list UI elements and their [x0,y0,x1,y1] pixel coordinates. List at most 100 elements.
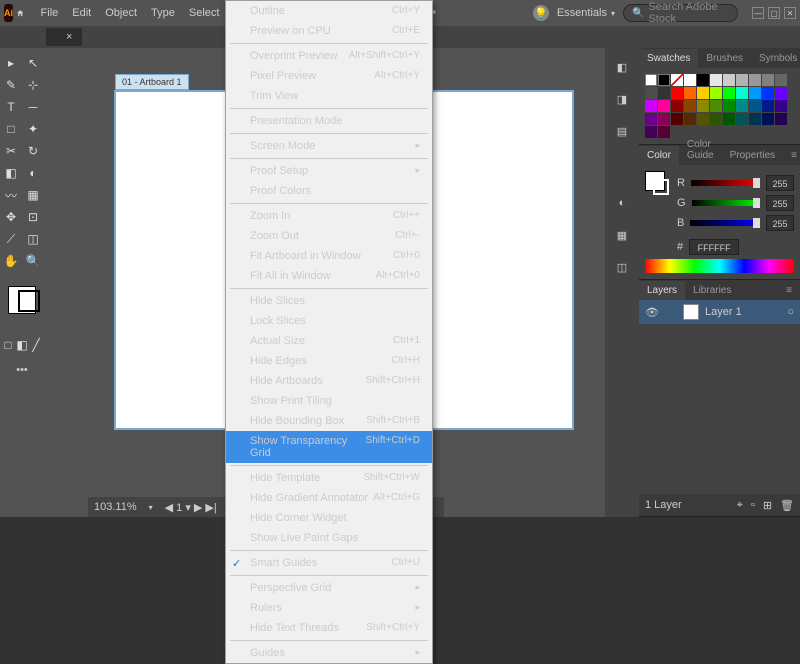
menu-item[interactable]: Show Live Paint Gaps [226,528,432,548]
tool[interactable]: ✂ [0,140,22,162]
swatch[interactable] [684,113,696,125]
stroke-swatch[interactable] [653,179,669,195]
panel-icon[interactable]: ▤ [611,120,633,142]
tool[interactable]: ⟋ [0,228,22,250]
swatch[interactable] [697,87,709,99]
panel-tab[interactable]: Layers [639,281,685,300]
swatch[interactable] [645,87,657,99]
swatch[interactable] [645,100,657,112]
swatch[interactable] [671,87,683,99]
visibility-icon[interactable]: 👁 [645,306,659,319]
tool[interactable]: ✋ [0,250,22,272]
swatch[interactable] [710,100,722,112]
swatch[interactable] [658,126,670,138]
g-slider[interactable] [692,200,760,206]
panel-icon[interactable]: ◧ [611,56,633,78]
menu-item[interactable]: Proof Colors [226,181,432,201]
swatch[interactable] [658,100,670,112]
swatch[interactable] [762,87,774,99]
delete-layer-icon[interactable]: 🗑 [780,499,794,512]
tool[interactable]: ◫ [22,228,44,250]
swatch[interactable] [762,113,774,125]
zoom-level[interactable]: 103.11% [94,501,137,513]
g-value[interactable]: 255 [766,195,794,211]
tool[interactable]: ◧ [0,162,22,184]
swatch[interactable] [645,126,657,138]
panel-icon[interactable]: ◫ [611,256,633,278]
swatches-grid[interactable] [639,68,800,144]
tool[interactable]: □ [0,118,22,140]
swatch[interactable] [697,100,709,112]
swatch[interactable] [775,113,787,125]
menu-item[interactable]: Screen Mode▸ [226,136,432,156]
menu-type[interactable]: Type [144,3,182,23]
panel-menu-icon[interactable]: ≡ [778,281,800,300]
hex-input[interactable]: FFFFFF [689,239,739,255]
swatch[interactable] [749,100,761,112]
new-sublayer-icon[interactable]: ▫ [751,499,755,512]
close-tab-icon[interactable]: × [66,31,72,43]
artboard-nav[interactable]: ◀ 1 ▾ ▶ ▶| [165,501,217,514]
panel-tab[interactable]: Libraries [685,281,739,300]
swatch[interactable] [736,87,748,99]
learn-icon[interactable]: 💡 [533,5,549,21]
menu-item[interactable]: Hide EdgesCtrl+H [226,351,432,371]
panel-tab[interactable]: Properties [722,146,784,165]
menu-item[interactable]: Rulers▸ [226,598,432,618]
stroke-color[interactable] [18,290,40,312]
menu-item[interactable]: Actual SizeCtrl+1 [226,331,432,351]
panel-tab[interactable]: Color Guide [679,135,722,165]
menu-item[interactable]: ✓Smart GuidesCtrl+U [226,553,432,573]
panel-icon[interactable]: ◐ [611,192,633,214]
tool[interactable]: ⊡ [22,206,44,228]
tool[interactable]: ↖ [22,52,44,74]
tool[interactable]: ▸ [0,52,22,74]
spectrum-bar[interactable] [645,259,794,273]
swatch[interactable] [723,113,735,125]
tool[interactable]: T [0,96,22,118]
swatch[interactable] [710,74,722,86]
menu-item[interactable]: Hide Slices [226,291,432,311]
document-tab[interactable]: × [46,28,82,46]
r-value[interactable]: 255 [766,175,794,191]
menu-item[interactable]: OutlineCtrl+Y [226,1,432,21]
menu-edit[interactable]: Edit [65,3,98,23]
swatch[interactable] [684,74,696,86]
draw-mode[interactable]: ╱ [29,334,43,356]
tool[interactable]: ▦ [22,184,44,206]
menu-item[interactable]: Hide Text ThreadsShift+Ctrl+Y [226,618,432,638]
draw-mode[interactable]: ◧ [15,334,29,356]
swatch[interactable] [749,87,761,99]
swatch[interactable] [775,100,787,112]
tool[interactable]: ✦ [22,118,44,140]
menu-item[interactable]: Fit All in WindowAlt+Ctrl+0 [226,266,432,286]
menu-item[interactable]: Lock Slices [226,311,432,331]
panel-tab[interactable]: Symbols [751,49,800,68]
swatch[interactable] [736,113,748,125]
menu-item[interactable]: Overprint PreviewAlt+Shift+Ctrl+Y [226,46,432,66]
panel-tab[interactable]: Color [639,146,679,165]
tool[interactable]: ✥ [0,206,22,228]
swatch[interactable] [697,74,709,86]
swatch[interactable] [775,74,787,86]
swatch[interactable] [658,87,670,99]
menu-select[interactable]: Select [182,3,227,23]
r-slider[interactable] [691,180,760,186]
tool[interactable]: ◐ [22,162,44,184]
swatch[interactable] [697,113,709,125]
draw-mode[interactable]: □ [1,334,15,356]
b-slider[interactable] [690,220,760,226]
swatch[interactable] [749,74,761,86]
target-icon[interactable]: ○ [787,306,794,318]
swatch[interactable] [723,100,735,112]
swatch[interactable] [736,100,748,112]
tool[interactable]: ⊹ [22,74,44,96]
tool[interactable]: 🔍 [22,250,44,272]
swatch[interactable] [762,74,774,86]
minimize-button[interactable]: — [752,7,764,19]
tool[interactable]: ✎ [0,74,22,96]
layer-row[interactable]: 👁 Layer 1 ○ [639,300,800,324]
menu-file[interactable]: File [34,3,66,23]
menu-object[interactable]: Object [98,3,144,23]
home-icon[interactable] [16,4,25,22]
